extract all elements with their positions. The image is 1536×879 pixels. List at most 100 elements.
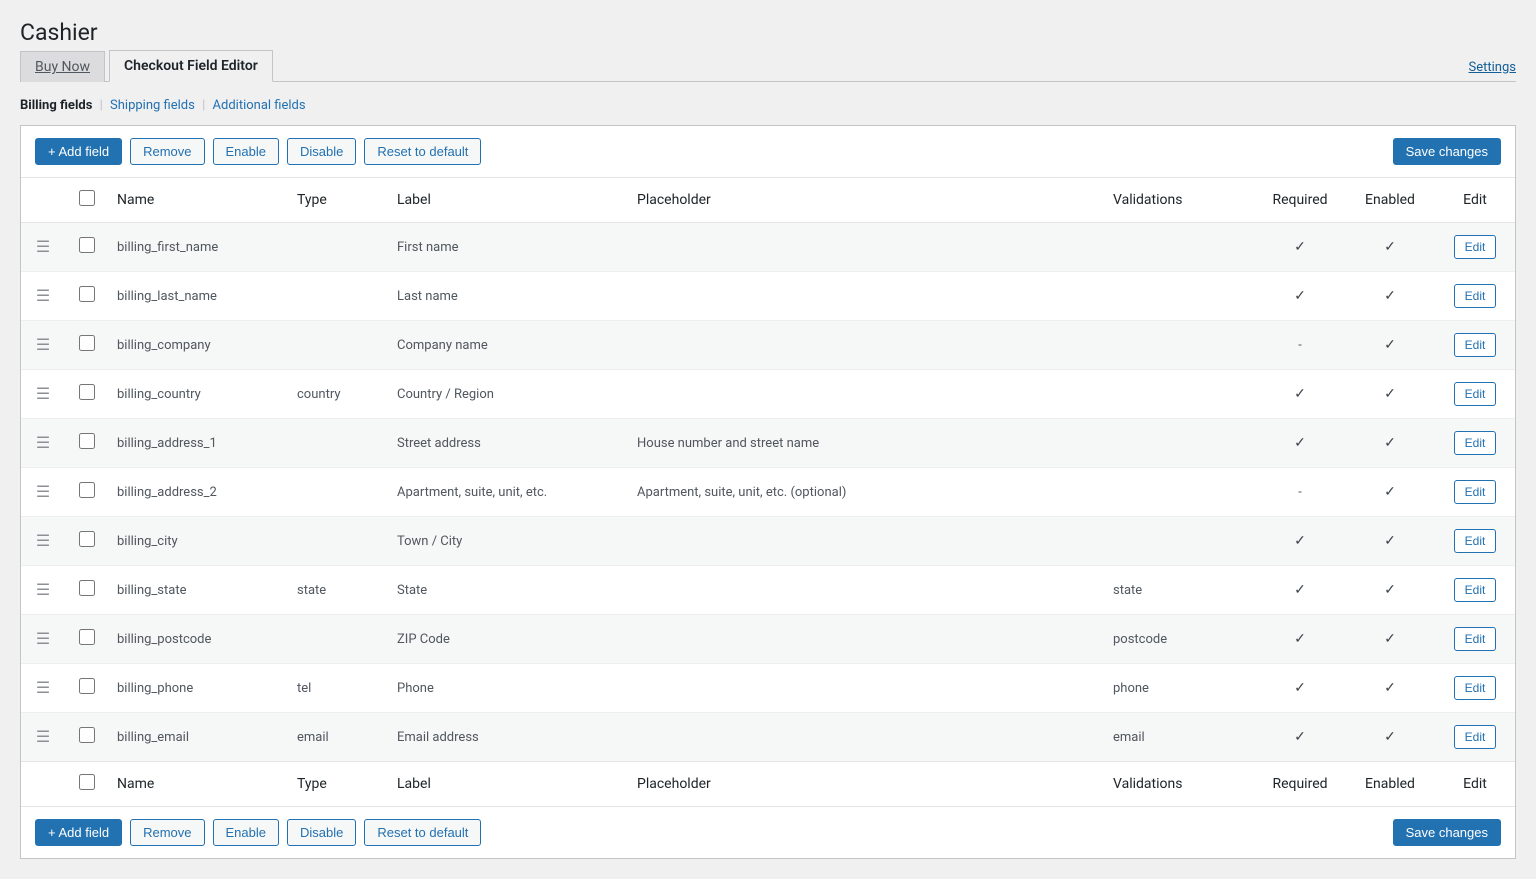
edit-button[interactable]: Edit xyxy=(1454,578,1497,602)
check-icon: ✓ xyxy=(1384,729,1396,745)
edit-button[interactable]: Edit xyxy=(1454,382,1497,406)
edit-button[interactable]: Edit xyxy=(1454,480,1497,504)
add-field-button[interactable]: + Add field xyxy=(35,138,122,165)
field-required: ✓ xyxy=(1255,370,1345,419)
field-name: billing_city xyxy=(109,517,289,566)
subnav-shipping[interactable]: Shipping fields xyxy=(110,98,195,113)
field-label: Last name xyxy=(389,272,629,321)
row-checkbox[interactable] xyxy=(79,433,95,449)
edit-button[interactable]: Edit xyxy=(1454,284,1497,308)
fields-table: Name Type Label Placeholder Validations … xyxy=(21,177,1515,807)
remove-button[interactable]: Remove xyxy=(130,138,204,165)
edit-button[interactable]: Edit xyxy=(1454,627,1497,651)
drag-handle-icon[interactable]: ☰ xyxy=(36,335,50,354)
edit-button[interactable]: Edit xyxy=(1454,431,1497,455)
drag-handle-icon[interactable]: ☰ xyxy=(36,482,50,501)
check-icon: ✓ xyxy=(1294,631,1306,647)
drag-handle-icon[interactable]: ☰ xyxy=(36,286,50,305)
field-type: tel xyxy=(289,664,389,713)
disable-button[interactable]: Disable xyxy=(287,138,356,165)
row-checkbox[interactable] xyxy=(79,482,95,498)
field-validations xyxy=(1105,321,1255,370)
tab-buy-now[interactable]: Buy Now xyxy=(20,51,105,82)
row-checkbox[interactable] xyxy=(79,335,95,351)
reset-button[interactable]: Reset to default xyxy=(364,819,481,846)
row-checkbox[interactable] xyxy=(79,286,95,302)
check-icon: ✓ xyxy=(1294,729,1306,745)
field-required: ✓ xyxy=(1255,566,1345,615)
field-validations xyxy=(1105,517,1255,566)
reset-button[interactable]: Reset to default xyxy=(364,138,481,165)
field-placeholder xyxy=(629,517,1105,566)
subnav-separator: | xyxy=(198,98,209,113)
table-row: ☰billing_countrycountryCountry / Region✓… xyxy=(21,370,1515,419)
field-required: ✓ xyxy=(1255,713,1345,762)
field-validations xyxy=(1105,468,1255,517)
check-icon: ✓ xyxy=(1294,435,1306,451)
field-label: State xyxy=(389,566,629,615)
subnav-additional[interactable]: Additional fields xyxy=(213,98,306,113)
row-checkbox[interactable] xyxy=(79,531,95,547)
field-type xyxy=(289,272,389,321)
row-checkbox[interactable] xyxy=(79,629,95,645)
row-checkbox[interactable] xyxy=(79,727,95,743)
edit-button[interactable]: Edit xyxy=(1454,333,1497,357)
field-type: email xyxy=(289,713,389,762)
field-name: billing_company xyxy=(109,321,289,370)
table-row: ☰billing_last_nameLast name✓✓Edit xyxy=(21,272,1515,321)
drag-handle-icon[interactable]: ☰ xyxy=(36,237,50,256)
edit-button[interactable]: Edit xyxy=(1454,235,1497,259)
drag-handle-icon[interactable]: ☰ xyxy=(36,629,50,648)
drag-handle-icon[interactable]: ☰ xyxy=(36,384,50,403)
settings-link[interactable]: Settings xyxy=(1469,60,1516,75)
edit-button[interactable]: Edit xyxy=(1454,529,1497,553)
field-required: - xyxy=(1255,321,1345,370)
row-checkbox[interactable] xyxy=(79,237,95,253)
disable-button[interactable]: Disable xyxy=(287,819,356,846)
field-placeholder xyxy=(629,615,1105,664)
check-icon: ✓ xyxy=(1384,386,1396,402)
edit-button[interactable]: Edit xyxy=(1454,676,1497,700)
field-required: ✓ xyxy=(1255,517,1345,566)
field-required: ✓ xyxy=(1255,223,1345,272)
field-required: ✓ xyxy=(1255,419,1345,468)
select-all-bottom[interactable] xyxy=(79,774,95,790)
check-icon: ✓ xyxy=(1294,386,1306,402)
field-placeholder xyxy=(629,566,1105,615)
save-button[interactable]: Save changes xyxy=(1393,819,1501,846)
field-label: Town / City xyxy=(389,517,629,566)
drag-handle-icon[interactable]: ☰ xyxy=(36,580,50,599)
edit-button[interactable]: Edit xyxy=(1454,725,1497,749)
toolbar-top: + Add field Remove Enable Disable Reset … xyxy=(21,126,1515,177)
save-button[interactable]: Save changes xyxy=(1393,138,1501,165)
check-icon: ✓ xyxy=(1294,288,1306,304)
tab-checkout-field-editor[interactable]: Checkout Field Editor xyxy=(109,50,273,82)
col-label-header: Label xyxy=(389,178,629,223)
col-required-header: Required xyxy=(1255,178,1345,223)
drag-handle-icon[interactable]: ☰ xyxy=(36,433,50,452)
add-field-button[interactable]: + Add field xyxy=(35,819,122,846)
select-all-top[interactable] xyxy=(79,190,95,206)
enable-button[interactable]: Enable xyxy=(213,138,279,165)
drag-handle-icon[interactable]: ☰ xyxy=(36,727,50,746)
field-required: ✓ xyxy=(1255,615,1345,664)
field-enabled: ✓ xyxy=(1345,321,1435,370)
table-row: ☰billing_address_2Apartment, suite, unit… xyxy=(21,468,1515,517)
field-validations xyxy=(1105,223,1255,272)
check-icon: ✓ xyxy=(1384,239,1396,255)
enable-button[interactable]: Enable xyxy=(213,819,279,846)
drag-handle-icon[interactable]: ☰ xyxy=(36,531,50,550)
row-checkbox[interactable] xyxy=(79,384,95,400)
subnav-billing[interactable]: Billing fields xyxy=(20,98,92,113)
field-enabled: ✓ xyxy=(1345,713,1435,762)
field-enabled: ✓ xyxy=(1345,664,1435,713)
table-row: ☰billing_postcodeZIP Codepostcode✓✓Edit xyxy=(21,615,1515,664)
field-placeholder xyxy=(629,664,1105,713)
drag-handle-icon[interactable]: ☰ xyxy=(36,678,50,697)
row-checkbox[interactable] xyxy=(79,580,95,596)
field-validations xyxy=(1105,370,1255,419)
row-checkbox[interactable] xyxy=(79,678,95,694)
field-label: Apartment, suite, unit, etc. xyxy=(389,468,629,517)
remove-button[interactable]: Remove xyxy=(130,819,204,846)
col-name-header: Name xyxy=(109,178,289,223)
